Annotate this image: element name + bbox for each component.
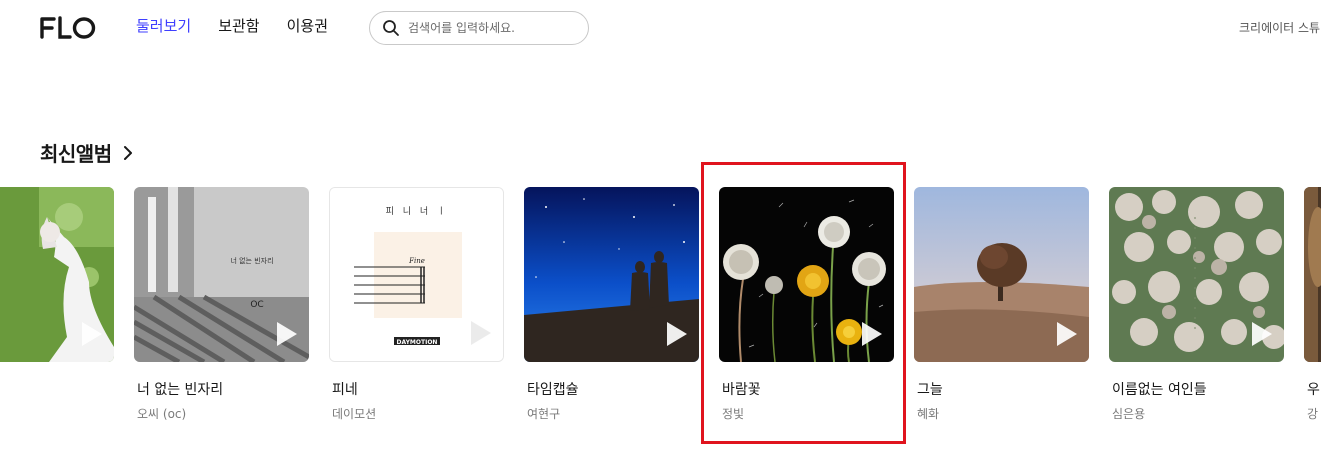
creator-studio-link[interactable]: 크리에이터 스튜 [1239, 19, 1320, 36]
cover-sub: OC [250, 300, 263, 310]
album-artist[interactable]: 데이모션 [332, 405, 504, 422]
album-title: 바람꽃 [722, 382, 761, 398]
album-card[interactable]: 이름없는 여인들 심은용 [1109, 187, 1284, 422]
cover-sub: Fine [408, 257, 425, 265]
flo-logo[interactable] [40, 16, 96, 40]
album-cover[interactable]: 너 없는 빈자리 OC [134, 187, 309, 362]
play-icon[interactable] [469, 319, 493, 347]
nav-library[interactable]: 보관함 [218, 15, 259, 37]
album-artist[interactable]: 혜화 [917, 405, 1089, 422]
album-cover-art [1304, 187, 1321, 362]
album-artist[interactable]: 심은용 [1112, 405, 1284, 422]
album-card[interactable]: 타임캡슐 여현구 [524, 187, 699, 422]
album-cover[interactable] [1109, 187, 1284, 362]
album-title: 타임캡슐 [527, 382, 579, 398]
album-card[interactable] [0, 187, 114, 379]
cover-text: 너 없는 빈자리 [230, 256, 273, 265]
album-artist[interactable]: 여현구 [527, 405, 699, 422]
album-cover[interactable] [914, 187, 1089, 362]
album-carousel: 너 없는 빈자리 OC 너 없는 빈자리 오씨 (oc) 피 니 너 ㅣ Fin… [0, 187, 1321, 427]
album-cover[interactable]: 피 니 너 ㅣ Fine DAYMOTION [329, 187, 504, 362]
play-icon[interactable] [860, 320, 884, 348]
album-card[interactable]: 우 강 [1304, 187, 1321, 422]
search-icon [383, 20, 399, 36]
album-artist[interactable]: 정빛 [722, 405, 894, 422]
album-artist[interactable]: 강 [1307, 405, 1321, 422]
album-title: 그늘 [917, 382, 943, 398]
album-card[interactable]: 바람꽃 정빛 [719, 187, 894, 422]
search-input[interactable] [408, 21, 578, 35]
nav-subscription[interactable]: 이용권 [287, 15, 328, 37]
play-icon[interactable] [1250, 320, 1274, 348]
album-title: 피네 [332, 382, 358, 398]
album-title: 이름없는 여인들 [1112, 382, 1207, 398]
main-nav: 둘러보기 보관함 이용권 [136, 15, 328, 37]
album-card[interactable]: 피 니 너 ㅣ Fine DAYMOTION 피네 데이모션 [329, 187, 504, 422]
album-cover[interactable] [0, 187, 114, 362]
album-cover[interactable] [1304, 187, 1321, 362]
album-card[interactable]: 너 없는 빈자리 OC 너 없는 빈자리 오씨 (oc) [134, 187, 309, 422]
play-icon[interactable] [80, 320, 104, 348]
play-icon[interactable] [275, 320, 299, 348]
album-cover[interactable] [524, 187, 699, 362]
album-title: 우 [1307, 382, 1320, 398]
album-title: 너 없는 빈자리 [137, 382, 224, 398]
section-title: 최신앨범 [40, 142, 112, 166]
album-cover[interactable] [719, 187, 894, 362]
nav-browse[interactable]: 둘러보기 [136, 15, 191, 37]
album-card[interactable]: 그늘 혜화 [914, 187, 1089, 422]
cover-text: 피 니 너 ㅣ [386, 206, 449, 217]
cover-brand: DAYMOTION [397, 339, 438, 346]
play-icon[interactable] [665, 320, 689, 348]
top-header: 둘러보기 보관함 이용권 크리에이터 스튜 [0, 0, 1321, 56]
album-artist[interactable]: 오씨 (oc) [137, 405, 309, 422]
flo-page: 둘러보기 보관함 이용권 크리에이터 스튜 최신앨범 [0, 0, 1321, 466]
latest-albums-header[interactable]: 최신앨범 [40, 138, 134, 167]
search-box[interactable] [369, 11, 589, 45]
play-icon[interactable] [1055, 320, 1079, 348]
chevron-right-icon [123, 145, 132, 160]
